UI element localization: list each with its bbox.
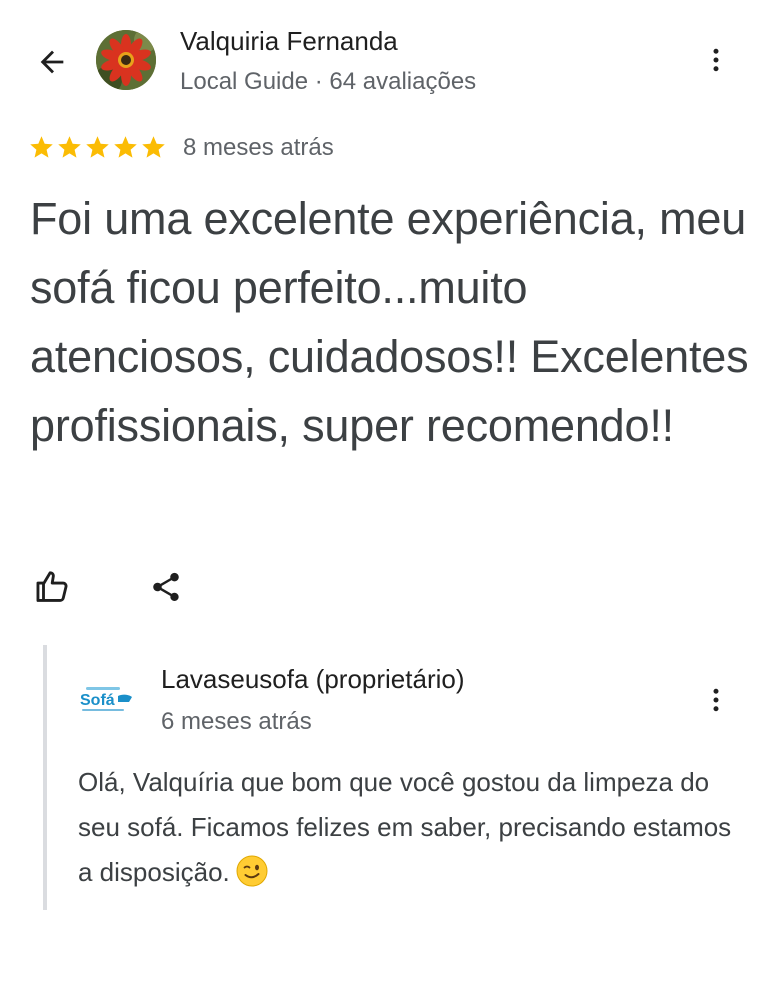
avatar[interactable] — [96, 30, 156, 90]
reply-text: Olá, Valquíria que bom que você gostou d… — [78, 760, 748, 895]
owner-name: Lavaseusofa (proprietário) — [161, 664, 465, 694]
back-button[interactable] — [26, 40, 78, 84]
more-vert-icon — [713, 48, 719, 72]
reply-date: 6 meses atrás — [161, 708, 312, 735]
review-date: 8 meses atrás — [183, 134, 334, 161]
star-icon — [58, 136, 81, 158]
author-name[interactable]: Valquiria Fernanda — [180, 26, 398, 57]
more-vert-icon — [713, 688, 719, 712]
review-detail-page: Valquiria Fernanda Local Guide · 64 aval… — [0, 0, 768, 1001]
like-button[interactable] — [30, 564, 76, 610]
star-icon — [142, 136, 165, 158]
logo-text: Sofá — [80, 692, 115, 709]
share-button[interactable] — [143, 564, 189, 610]
star-rating — [28, 134, 167, 164]
owner-logo: Sofá — [76, 684, 140, 716]
star-icon — [114, 136, 137, 158]
thumb-up-icon — [36, 571, 68, 602]
review-text: Foi uma excelente experiência, meu sofá … — [30, 193, 749, 451]
winking-face-emoji — [236, 855, 268, 887]
author-meta: Local Guide · 64 avaliações — [180, 68, 477, 95]
star-icon — [30, 136, 53, 158]
star-icon — [86, 136, 109, 158]
avatar-image — [96, 30, 156, 90]
reply-text-content: Olá, Valquíria que bom que você gostou d… — [78, 767, 732, 887]
reply-more-options-button[interactable] — [698, 676, 734, 724]
share-icon — [153, 572, 179, 602]
review-more-options-button[interactable] — [698, 36, 734, 84]
arrow-back-icon — [40, 50, 64, 74]
lavaseusofa-logo-icon: Sofá — [76, 684, 140, 716]
reply-divider-bar — [43, 645, 47, 910]
